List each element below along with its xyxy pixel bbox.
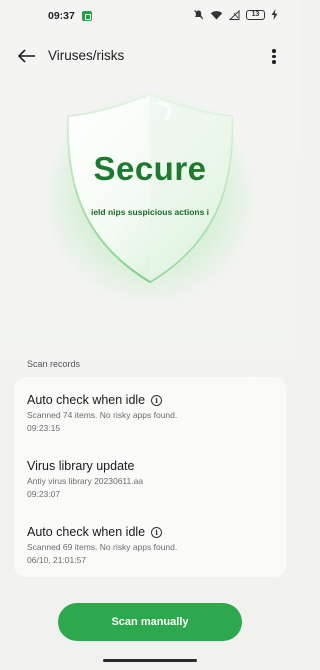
status-time: 09:37 (48, 10, 75, 22)
wifi-icon (210, 10, 223, 20)
app-bar: Viruses/risks (0, 38, 300, 74)
screen: 09:37 13 Viruses/risks Secure ield nips … (0, 0, 300, 670)
scan-records-card: Auto check when idle i Scanned 74 items.… (14, 377, 286, 577)
record-title-row: Virus library update (27, 459, 277, 473)
scan-record[interactable]: Auto check when idle i Scanned 69 items.… (27, 525, 277, 565)
battery-indicator: 13 (246, 9, 265, 20)
security-tagline: ield nips suspicious actions i (90, 207, 210, 217)
record-time: 09:23:07 (27, 489, 61, 499)
info-icon[interactable]: i (151, 394, 163, 406)
scan-records-label: Scan records (27, 359, 81, 369)
mute-icon (193, 9, 204, 20)
more-options-button[interactable] (264, 44, 284, 68)
security-status-text: Secure (93, 150, 207, 187)
record-detail: Scanned 74 items. No risky apps found. (27, 410, 178, 420)
record-title: Auto check when idle (27, 525, 146, 539)
info-icon[interactable]: i (151, 526, 163, 538)
arrow-left-icon (17, 49, 35, 63)
scan-record[interactable]: Auto check when idle i Scanned 74 items.… (27, 393, 277, 433)
status-bar: 09:37 13 (0, 0, 300, 32)
record-time: 09:23:15 (27, 423, 61, 433)
charging-icon (271, 9, 278, 20)
record-time: 06/10, 21:01:57 (27, 555, 87, 565)
record-detail: Scanned 69 items. No risky apps found. (27, 542, 178, 552)
record-title: Auto check when idle (27, 393, 146, 407)
back-button[interactable] (14, 44, 40, 68)
scan-record[interactable]: Virus library update Antiy virus library… (27, 459, 277, 499)
signal-off-icon (229, 9, 240, 20)
more-dot-icon (272, 60, 276, 64)
record-title-row: Auto check when idle i (27, 525, 277, 539)
home-indicator[interactable] (103, 659, 197, 662)
more-dot-icon (272, 54, 276, 58)
more-dot-icon (272, 49, 276, 53)
status-icons: 13 (193, 9, 278, 20)
record-title: Virus library update (27, 459, 135, 473)
scan-manually-button[interactable]: Scan manually (58, 603, 242, 641)
record-title-row: Auto check when idle i (27, 393, 277, 407)
page-title: Viruses/risks (48, 48, 125, 63)
app-notification-icon (82, 11, 92, 21)
shield-icon (62, 90, 238, 286)
record-detail: Antiy virus library 20230611.aa (27, 476, 144, 486)
